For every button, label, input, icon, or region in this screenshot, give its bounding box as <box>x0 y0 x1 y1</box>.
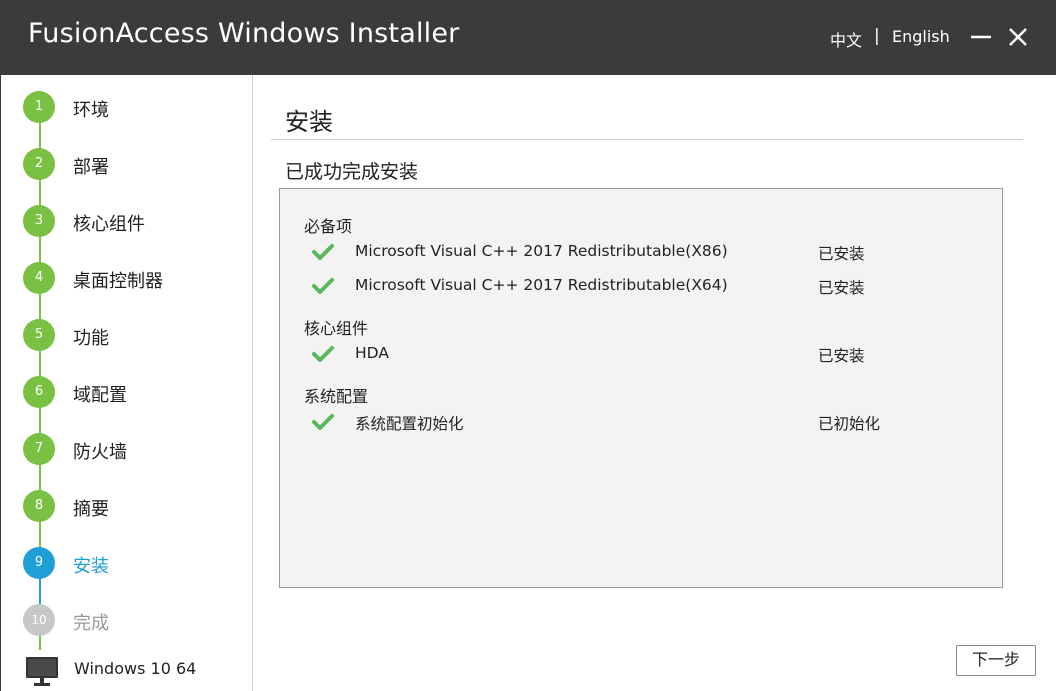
step-label: 核心组件 <box>73 214 145 235</box>
step-number: 2 <box>23 148 55 180</box>
step-label: 部署 <box>73 157 109 178</box>
step-label: 功能 <box>73 328 109 349</box>
component-status: 已安装 <box>818 279 865 297</box>
check-icon <box>312 346 334 362</box>
result-row: Microsoft Visual C++ 2017 Redistributabl… <box>312 241 972 265</box>
step-number: 10 <box>23 604 55 636</box>
step-number: 5 <box>23 319 55 351</box>
component-status: 已初始化 <box>818 415 881 433</box>
step-finish: 10 完成 <box>23 604 243 636</box>
page-title: 安装 <box>285 108 333 136</box>
component-status: 已安装 <box>818 347 865 365</box>
step-firewall: 7 防火墙 <box>23 433 243 465</box>
component-name: Microsoft Visual C++ 2017 Redistributabl… <box>355 276 728 294</box>
step-connector-active <box>39 577 41 604</box>
step-label: 摘要 <box>73 499 109 520</box>
step-number: 4 <box>23 262 55 294</box>
language-separator: | <box>874 26 880 46</box>
component-name: HDA <box>355 344 389 362</box>
os-label: Windows 10 64 <box>74 659 197 678</box>
step-desktop-controller: 4 桌面控制器 <box>23 262 243 294</box>
minimize-icon <box>971 35 991 39</box>
component-name: 系统配置初始化 <box>355 415 464 433</box>
step-summary: 8 摘要 <box>23 490 243 522</box>
install-results-panel: 必备项 Microsoft Visual C++ 2017 Redistribu… <box>279 188 1003 588</box>
step-number: 9 <box>23 547 55 579</box>
check-icon <box>312 414 334 430</box>
step-domain-config: 6 域配置 <box>23 376 243 408</box>
step-number: 7 <box>23 433 55 465</box>
step-label: 域配置 <box>73 385 127 406</box>
step-number: 3 <box>23 205 55 237</box>
close-icon <box>1009 28 1027 46</box>
step-deployment: 2 部署 <box>23 148 243 180</box>
title-divider <box>271 139 1023 140</box>
main-content: 安装 已成功完成安装 必备项 Microsoft Visual C++ 2017… <box>254 75 1056 691</box>
steps-sidebar: 1 环境 2 部署 3 核心组件 4 桌面控制器 5 功能 6 域配置 7 防火… <box>0 75 253 691</box>
step-label: 完成 <box>73 613 109 634</box>
app-title: FusionAccess Windows Installer <box>28 18 460 49</box>
title-bar: FusionAccess Windows Installer 中文 | Engl… <box>0 0 1056 75</box>
step-label: 防火墙 <box>73 442 127 463</box>
result-row: HDA 已安装 <box>312 343 972 367</box>
step-environment: 1 环境 <box>23 91 243 123</box>
language-chinese-link[interactable]: 中文 <box>830 27 862 51</box>
minimize-button[interactable] <box>966 22 996 52</box>
install-status-text: 已成功完成安装 <box>285 161 419 183</box>
language-english-link[interactable]: English <box>892 27 950 46</box>
group-title-prerequisites: 必备项 <box>304 217 353 236</box>
group-title-system-config: 系统配置 <box>304 387 369 406</box>
step-label: 桌面控制器 <box>73 271 163 292</box>
component-status: 已安装 <box>818 245 865 263</box>
component-name: Microsoft Visual C++ 2017 Redistributabl… <box>355 242 728 260</box>
result-row: Microsoft Visual C++ 2017 Redistributabl… <box>312 275 972 299</box>
close-button[interactable] <box>1003 22 1033 52</box>
step-number: 1 <box>23 91 55 123</box>
step-features: 5 功能 <box>23 319 243 351</box>
step-number: 8 <box>23 490 55 522</box>
monitor-icon <box>26 657 58 686</box>
step-label: 安装 <box>73 556 109 577</box>
check-icon <box>312 278 334 294</box>
step-install: 9 安装 <box>23 547 243 579</box>
check-icon <box>312 244 334 260</box>
group-title-core-components: 核心组件 <box>304 319 369 338</box>
result-row: 系统配置初始化 已初始化 <box>312 411 972 435</box>
step-number: 6 <box>23 376 55 408</box>
os-info: Windows 10 64 <box>25 655 245 689</box>
step-core-components: 3 核心组件 <box>23 205 243 237</box>
next-button[interactable]: 下一步 <box>956 645 1036 676</box>
step-label: 环境 <box>73 100 109 121</box>
